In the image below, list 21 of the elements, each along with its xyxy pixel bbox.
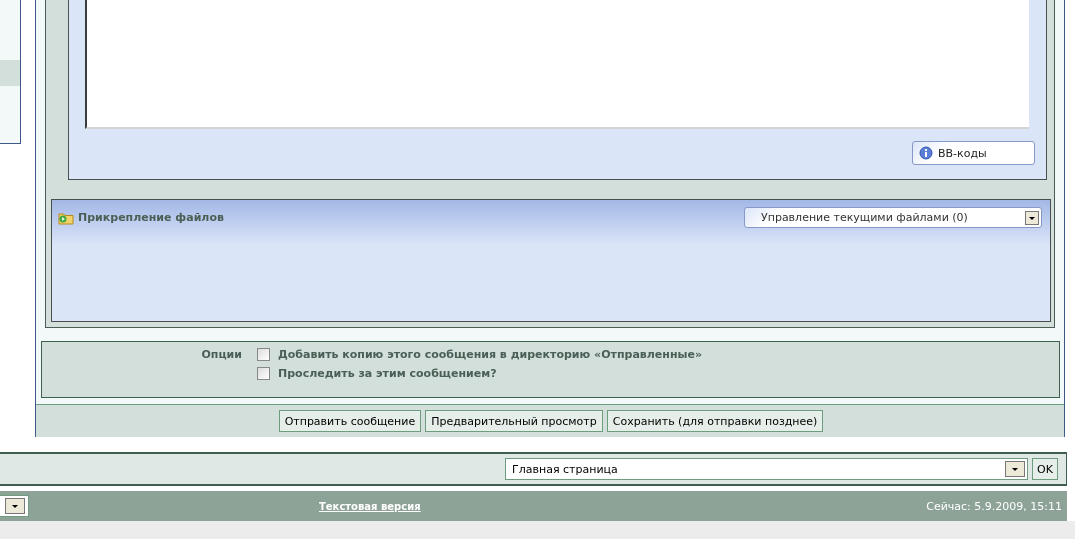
attachments-title: Прикрепление файлов <box>78 211 224 224</box>
form-button[interactable]: Отправить сообщение <box>278 410 422 432</box>
ok-button[interactable]: OK <box>1032 458 1058 480</box>
checkbox[interactable] <box>257 348 270 361</box>
manage-files-select[interactable]: Управление текущими файлами (0) <box>744 207 1042 228</box>
forum-jump-select[interactable]: Главная страница <box>505 458 1028 480</box>
caret-icon <box>5 498 25 514</box>
bb-codes-button[interactable]: BB-коды <box>912 141 1035 165</box>
current-time: Сейчас: 5.9.2009, 15:11 <box>926 499 1062 513</box>
sidebar-highlight-row <box>0 60 20 86</box>
form-button[interactable]: Предварительный просмотр <box>425 410 603 432</box>
checkbox[interactable] <box>257 367 270 380</box>
folder-icon <box>58 210 74 225</box>
option-label: Добавить копию этого сообщения в директорию «Отправленные» <box>278 348 702 361</box>
info-icon <box>919 146 933 160</box>
caret-icon <box>1025 210 1039 225</box>
options-label: Опции <box>200 348 242 363</box>
form-button[interactable]: Сохранить (для отправки позднее) <box>606 410 824 432</box>
caret-icon <box>1005 461 1025 477</box>
style-select[interactable] <box>0 495 29 517</box>
option-label: Проследить за этим сообщением? <box>278 367 497 380</box>
